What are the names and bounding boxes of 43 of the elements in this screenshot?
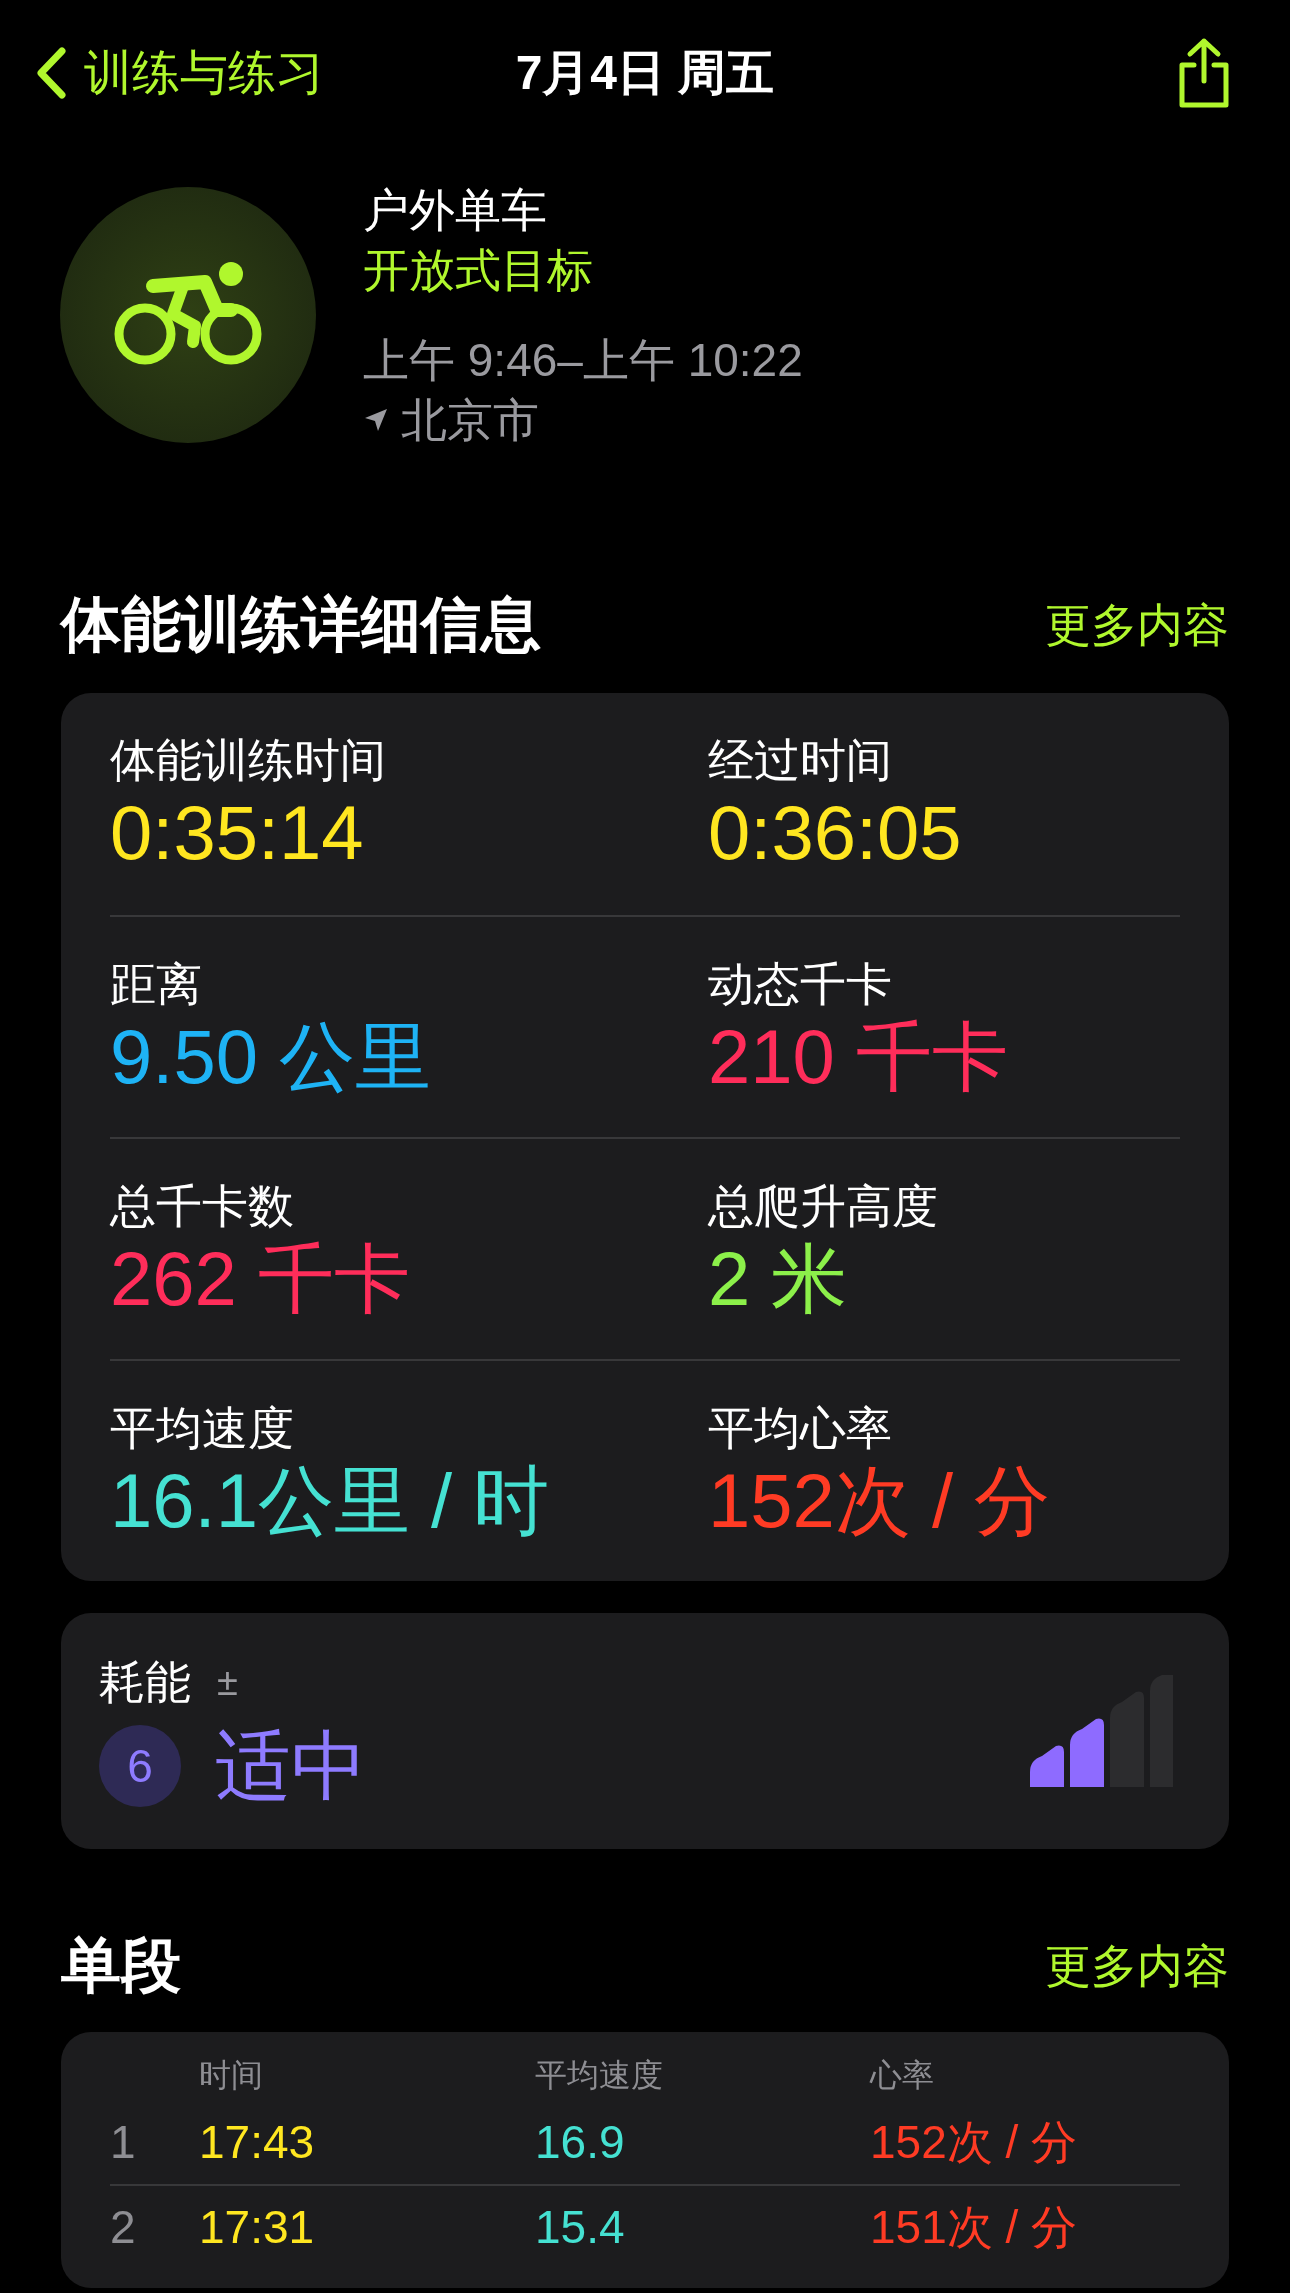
column-header: 时间 (199, 2056, 264, 2095)
workout-location: 北京市 (401, 393, 539, 448)
metric-value: 0:35:14 (110, 789, 365, 877)
effort-score-badge: 6 (99, 1725, 181, 1807)
metric-value: 262 千卡 (110, 1235, 411, 1323)
effort-rating: 适中 (215, 1722, 367, 1810)
segment-time: 17:43 (199, 2114, 316, 2170)
workout-name: 户外单车 (363, 183, 548, 238)
page-title: 7月4日 周五 (515, 45, 775, 101)
metric-label: 平均速度 (110, 1401, 295, 1456)
metric-label: 平均心率 (708, 1401, 893, 1456)
workout-goal: 开放式目标 (363, 243, 594, 298)
segment-time: 17:31 (199, 2199, 316, 2255)
location-arrow-icon (363, 407, 389, 433)
column-header: 心率 (870, 2056, 935, 2095)
section-title: 单段 (61, 1931, 181, 2001)
metric-label: 距离 (110, 957, 203, 1012)
metric-value: 9.50 公里 (110, 1013, 433, 1101)
segment-speed: 16.9 (535, 2114, 626, 2170)
metric-label: 体能训练时间 (110, 733, 387, 788)
more-link[interactable]: 更多内容 (1045, 590, 1229, 660)
metric-value: 152次 / 分 (708, 1457, 1052, 1545)
metric-label: 动态千卡 (708, 957, 893, 1012)
column-header: 平均速度 (535, 2056, 664, 2095)
metric-value: 210 千卡 (708, 1013, 1009, 1101)
metric-value: 2 米 (708, 1235, 849, 1323)
workout-time-range: 上午 9:46–上午 10:22 (363, 333, 803, 388)
metric-label: 总爬升高度 (708, 1179, 939, 1234)
metric-value: 16.1公里 / 时 (110, 1457, 551, 1545)
segment-heart-rate: 152次 / 分 (870, 2114, 1079, 2170)
metric-label: 经过时间 (708, 733, 893, 788)
row-index: 1 (110, 2114, 137, 2170)
segment-heart-rate: 151次 / 分 (870, 2199, 1079, 2255)
row-index: 2 (110, 2199, 137, 2255)
segment-speed: 15.4 (535, 2199, 626, 2255)
metric-value: 0:36:05 (708, 789, 963, 877)
metric-label: 总千卡数 (110, 1179, 295, 1234)
effort-info-icon[interactable]: ± (217, 1653, 238, 1711)
effort-label: 耗能 (99, 1655, 191, 1710)
section-title: 体能训练详细信息 (61, 590, 541, 660)
back-chevron-icon (36, 47, 66, 99)
back-button[interactable]: 训练与练习 (36, 37, 324, 109)
more-link[interactable]: 更多内容 (1045, 1931, 1229, 2001)
